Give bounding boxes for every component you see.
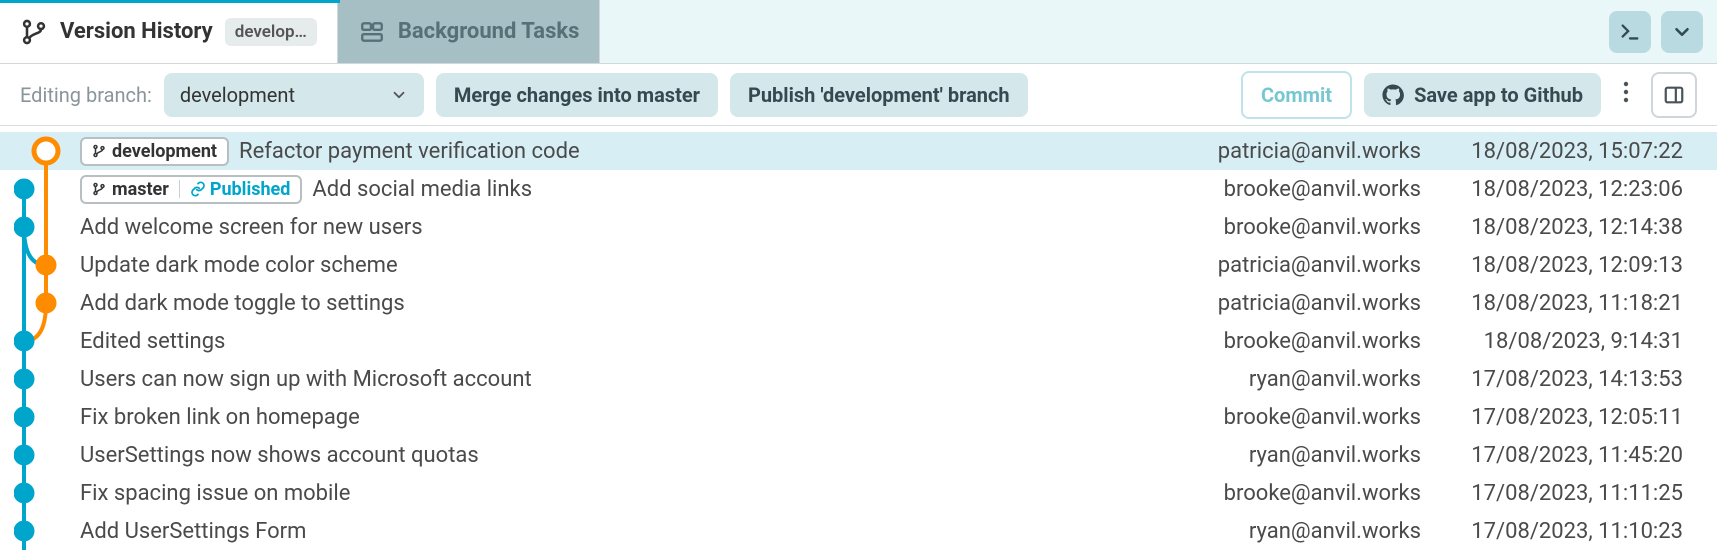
commit-message: development Refactor payment verification… xyxy=(80,137,1141,166)
terminal-button[interactable] xyxy=(1609,11,1651,53)
commit-author: patricia@anvil.works xyxy=(1141,139,1421,164)
tab-branch-badge: develop… xyxy=(225,18,317,46)
commit-row[interactable]: Add dark mode toggle to settings patricia… xyxy=(0,284,1717,322)
commit-message-text: Add social media links xyxy=(312,177,532,202)
tab-title: Background Tasks xyxy=(398,19,580,44)
commit-timestamp: 18/08/2023, 12:09:13 xyxy=(1421,253,1701,278)
commit-author: ryan@anvil.works xyxy=(1141,367,1421,392)
publish-button[interactable]: Publish 'development' branch xyxy=(730,73,1028,117)
commit-message-text: Add dark mode toggle to settings xyxy=(80,291,405,316)
commit-author: patricia@anvil.works xyxy=(1141,291,1421,316)
commit-message: Fix broken link on homepage xyxy=(80,405,1141,430)
commit-row[interactable]: Users can now sign up with Microsoft acc… xyxy=(0,360,1717,398)
branch-select-value: development xyxy=(180,83,295,107)
commit-message: Edited settings xyxy=(80,329,1141,354)
commit-message-text: Add UserSettings Form xyxy=(80,519,306,544)
editing-branch-label: Editing branch: xyxy=(20,83,152,107)
published-label: Published xyxy=(210,179,291,200)
commit-message-text: Update dark mode color scheme xyxy=(80,253,398,278)
git-branch-icon xyxy=(20,18,48,46)
commit-timestamp: 17/08/2023, 11:45:20 xyxy=(1421,443,1701,468)
commit-author: brooke@anvil.works xyxy=(1141,215,1421,240)
commit-message-text: UserSettings now shows account quotas xyxy=(80,443,479,468)
tab-bar: Version History develop… Background Task… xyxy=(0,0,1717,64)
commit-button[interactable]: Commit xyxy=(1241,71,1352,119)
commit-message-text: Fix spacing issue on mobile xyxy=(80,481,350,506)
commit-message-text: Refactor payment verification code xyxy=(239,139,580,164)
commit-message: master Published Add social media links xyxy=(80,175,1141,204)
commit-message-text: Fix broken link on homepage xyxy=(80,405,360,430)
branch-tag-name: master xyxy=(112,179,169,200)
save-github-button[interactable]: Save app to Github xyxy=(1364,73,1601,117)
github-icon xyxy=(1382,84,1404,106)
commit-timestamp: 18/08/2023, 12:14:38 xyxy=(1421,215,1701,240)
merge-button[interactable]: Merge changes into master xyxy=(436,73,718,117)
branch-tag-name: development xyxy=(112,141,217,162)
branch-tag[interactable]: development xyxy=(80,137,229,166)
commit-author: brooke@anvil.works xyxy=(1141,481,1421,506)
commit-message: Add UserSettings Form xyxy=(80,519,1141,544)
commit-message: Fix spacing issue on mobile xyxy=(80,481,1141,506)
git-branch-icon xyxy=(92,144,106,158)
branch-select[interactable]: development xyxy=(164,73,424,117)
layout-icon xyxy=(358,18,386,46)
link-icon xyxy=(190,181,206,197)
commit-row[interactable]: development Refactor payment verification… xyxy=(0,132,1717,170)
commit-message-text: Add welcome screen for new users xyxy=(80,215,423,240)
published-badge: Published xyxy=(190,179,291,200)
tab-version-history[interactable]: Version History develop… xyxy=(0,0,338,63)
collapse-button[interactable] xyxy=(1661,11,1703,53)
toolbar: Editing branch: development Merge change… xyxy=(0,64,1717,126)
commit-row[interactable]: Edited settings brooke@anvil.works18/08/2… xyxy=(0,322,1717,360)
history-area: development Refactor payment verification… xyxy=(0,126,1717,550)
commit-row[interactable]: UserSettings now shows account quotas rya… xyxy=(0,436,1717,474)
commit-message: Add welcome screen for new users xyxy=(80,215,1141,240)
commit-message: Update dark mode color scheme xyxy=(80,253,1141,278)
commit-message-text: Users can now sign up with Microsoft acc… xyxy=(80,367,532,392)
commit-message: Add dark mode toggle to settings xyxy=(80,291,1141,316)
commit-timestamp: 18/08/2023, 11:18:21 xyxy=(1421,291,1701,316)
commit-message-text: Edited settings xyxy=(80,329,225,354)
commit-timestamp: 17/08/2023, 11:11:25 xyxy=(1421,481,1701,506)
commit-author: patricia@anvil.works xyxy=(1141,253,1421,278)
commit-author: brooke@anvil.works xyxy=(1141,405,1421,430)
commit-row[interactable]: Fix broken link on homepage brooke@anvil.… xyxy=(0,398,1717,436)
more-button[interactable] xyxy=(1613,81,1639,109)
commit-message: UserSettings now shows account quotas xyxy=(80,443,1141,468)
tab-right-controls xyxy=(1595,0,1717,63)
commit-message: Users can now sign up with Microsoft acc… xyxy=(80,367,1141,392)
layout-toggle-button[interactable] xyxy=(1651,72,1697,118)
commit-row[interactable]: Add welcome screen for new users brooke@a… xyxy=(0,208,1717,246)
commit-row[interactable]: master Published Add social media links bro… xyxy=(0,170,1717,208)
branch-tag[interactable]: master Published xyxy=(80,175,302,204)
tab-title: Version History xyxy=(60,19,213,44)
commit-timestamp: 17/08/2023, 11:10:23 xyxy=(1421,519,1701,544)
commit-author: ryan@anvil.works xyxy=(1141,443,1421,468)
commit-list: development Refactor payment verification… xyxy=(0,132,1717,550)
tab-background-tasks[interactable]: Background Tasks xyxy=(338,0,601,63)
commit-timestamp: 18/08/2023, 9:14:31 xyxy=(1421,329,1701,354)
commit-timestamp: 17/08/2023, 14:13:53 xyxy=(1421,367,1701,392)
commit-timestamp: 18/08/2023, 15:07:22 xyxy=(1421,139,1701,164)
git-branch-icon xyxy=(92,182,106,196)
commit-author: ryan@anvil.works xyxy=(1141,519,1421,544)
commit-timestamp: 18/08/2023, 12:23:06 xyxy=(1421,177,1701,202)
save-github-label: Save app to Github xyxy=(1414,83,1583,107)
commit-author: brooke@anvil.works xyxy=(1141,177,1421,202)
chevron-down-icon xyxy=(390,86,408,104)
commit-row[interactable]: Update dark mode color scheme patricia@an… xyxy=(0,246,1717,284)
commit-author: brooke@anvil.works xyxy=(1141,329,1421,354)
commit-row[interactable]: Fix spacing issue on mobile brooke@anvil.… xyxy=(0,474,1717,512)
commit-row[interactable]: Add UserSettings Form ryan@anvil.works17/… xyxy=(0,512,1717,550)
commit-timestamp: 17/08/2023, 12:05:11 xyxy=(1421,405,1701,430)
